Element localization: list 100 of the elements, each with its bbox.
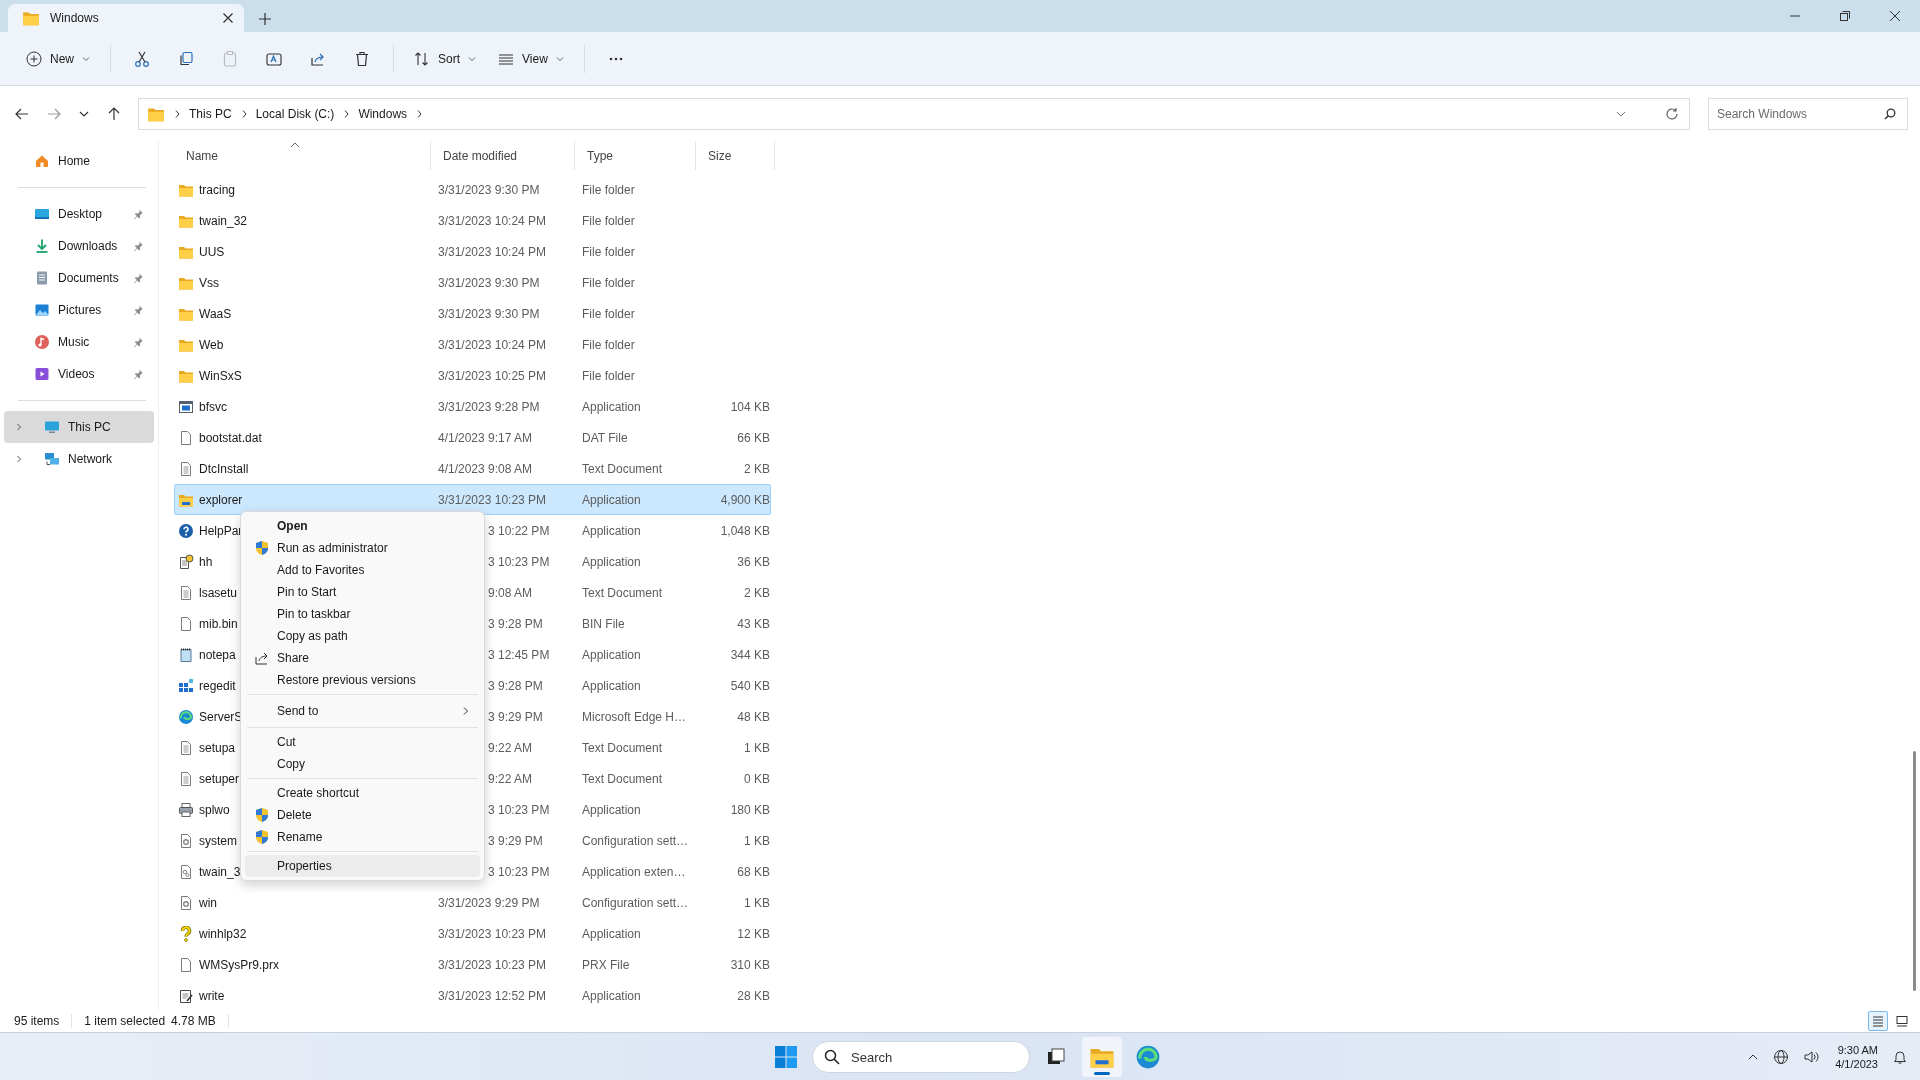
breadcrumb[interactable]: Local Disk (C:) (255, 106, 335, 121)
file-row[interactable]: explorer 3/31/2023 10:23 PM Application 4,900 KB (174, 484, 771, 515)
window-tab[interactable]: Windows (8, 4, 244, 32)
caret-down-icon (82, 54, 90, 63)
caret-down-icon (468, 54, 477, 63)
tab-title: Windows (50, 11, 100, 25)
menu-item[interactable]: Properties (245, 855, 480, 877)
menu-item[interactable]: Pin to taskbar (245, 603, 480, 625)
file-name: WMSysPr9.prx (199, 957, 279, 972)
new-tab-plus-icon[interactable] (258, 12, 272, 26)
sidebar-item[interactable]: Home (4, 145, 154, 177)
date-modified: 9:08 AM (488, 585, 533, 600)
shield-icon (255, 540, 269, 556)
menu-item[interactable]: Open (245, 515, 480, 537)
file-type: Text Document (582, 461, 663, 476)
file-row[interactable]: WMSysPr9.prx 3/31/2023 10:23 PM PRX File 310 KB (174, 949, 771, 980)
menu-item[interactable]: Copy (245, 753, 480, 775)
date-modified: 3/31/2023 10:24 PM (438, 244, 547, 259)
view-toggle[interactable] (1868, 1011, 1888, 1031)
sidebar-item[interactable]: Network (4, 443, 154, 475)
globe-icon[interactable] (1773, 1049, 1790, 1065)
file-row[interactable]: tracing 3/31/2023 9:30 PM File folder (174, 174, 771, 205)
file-row[interactable]: Web 3/31/2023 10:24 PM File folder (174, 329, 771, 360)
file-name: WaaS (199, 306, 232, 321)
speaker-icon[interactable] (1803, 1049, 1822, 1065)
file-row[interactable]: bfsvc 3/31/2023 9:28 PM Application 104 KB (174, 391, 771, 422)
file-size: 12 KB (736, 926, 771, 941)
menu-item[interactable]: Delete (245, 804, 480, 826)
details-list-icon (1872, 1015, 1884, 1027)
file-row[interactable]: WaaS 3/31/2023 9:30 PM File folder (174, 298, 771, 329)
settings-file-icon (178, 894, 194, 911)
sidebar-item[interactable]: Pictures (4, 294, 154, 326)
column-header[interactable]: Date modified (431, 141, 575, 170)
menu-item[interactable]: Share (245, 647, 480, 669)
sidebar-item[interactable]: Desktop (4, 198, 154, 230)
scrollbar-thumb[interactable] (1913, 751, 1916, 991)
file-row[interactable]: WinSxS 3/31/2023 10:25 PM File folder (174, 360, 771, 391)
gears-file-icon (178, 863, 194, 880)
restore-icon[interactable] (1839, 10, 1851, 22)
blank-file-icon (178, 956, 194, 973)
breadcrumb[interactable]: Windows (358, 106, 408, 121)
file-size: 1 KB (743, 895, 771, 910)
file-type: Application (582, 492, 641, 507)
menu-item[interactable]: Restore previous versions (245, 669, 480, 691)
menu-item[interactable]: Create shortcut (245, 782, 480, 804)
chevron-right-icon[interactable] (14, 454, 24, 464)
column-header[interactable]: Name (174, 141, 431, 170)
file-name: write (199, 988, 225, 1003)
file-name: hh (199, 554, 213, 569)
file-row[interactable]: Vss 3/31/2023 9:30 PM File folder (174, 267, 771, 298)
sort-button[interactable]: Sort (404, 41, 487, 76)
up-arrow-icon[interactable] (106, 105, 122, 122)
menu-item[interactable]: Pin to Start (245, 581, 480, 603)
sidebar-item[interactable]: This PC (4, 411, 154, 443)
date-modified: 4/1/2023 9:08 AM (438, 461, 533, 476)
file-name: HelpPar (199, 523, 243, 538)
file-row[interactable]: twain_32 3/31/2023 10:24 PM File folder (174, 205, 771, 236)
printer-icon (178, 801, 194, 818)
home-icon (34, 153, 50, 169)
view-button[interactable]: View (488, 41, 574, 76)
edge-browser-icon (178, 708, 194, 725)
column-header[interactable]: Size (696, 141, 775, 170)
refresh-icon[interactable] (1665, 106, 1679, 121)
file-row[interactable]: DtcInstall 4/1/2023 9:08 AM Text Document 2 KB (174, 453, 771, 484)
file-type: Application (582, 988, 641, 1003)
clock-date[interactable]: 4/1/2023 (1835, 1057, 1878, 1071)
file-size: 4,900 KB (719, 492, 771, 507)
menu-item[interactable]: Add to Favorites (245, 559, 480, 581)
file-row[interactable]: write 3/31/2023 12:52 PM Application 28 KB (174, 980, 771, 1011)
close-icon[interactable] (1889, 10, 1901, 22)
notification-bell-icon[interactable] (1892, 1049, 1908, 1065)
file-type: Text Document (582, 585, 663, 600)
file-type: Configuration sett… (582, 833, 689, 848)
sidebar-item[interactable]: Documents (4, 262, 154, 294)
file-name: twain_32 (199, 213, 248, 228)
column-header[interactable]: Type (575, 141, 696, 170)
file-size: 28 KB (736, 988, 771, 1003)
more-icon (608, 56, 623, 61)
taskbar-search-field[interactable]: Search (812, 1041, 1030, 1073)
file-row[interactable]: winhlp32 3/31/2023 10:23 PM Application 12 KB (174, 918, 771, 949)
file-size: 68 KB (736, 864, 771, 879)
file-size: 36 KB (736, 554, 771, 569)
sidebar-item[interactable]: Music (4, 326, 154, 358)
breadcrumb[interactable]: This PC (189, 106, 232, 121)
date-modified: 3/31/2023 9:30 PM (438, 275, 540, 290)
sidebar-item[interactable]: Videos (4, 358, 154, 390)
new-button[interactable]: New (16, 41, 100, 76)
close-icon[interactable] (222, 12, 234, 24)
menu-item[interactable]: Send to (245, 698, 480, 724)
file-row[interactable]: win 3/31/2023 9:29 PM Configuration sett… 1 KB (174, 887, 771, 918)
menu-item[interactable]: Cut (245, 731, 480, 753)
file-row[interactable]: UUS 3/31/2023 10:24 PM File folder (174, 236, 771, 267)
sidebar-item[interactable]: Downloads (4, 230, 154, 262)
address-field[interactable]: This PC Local Disk (C:) Windows (138, 97, 1690, 130)
menu-item[interactable]: Rename (245, 826, 480, 848)
menu-item[interactable]: Run as administrator (245, 537, 480, 559)
clock-time[interactable]: 9:30 AM (1837, 1043, 1878, 1057)
search-field[interactable]: Search Windows (1708, 97, 1908, 130)
file-row[interactable]: bootstat.dat 4/1/2023 9:17 AM DAT File 66 KB (174, 422, 771, 453)
menu-item[interactable]: Copy as path (245, 625, 480, 647)
